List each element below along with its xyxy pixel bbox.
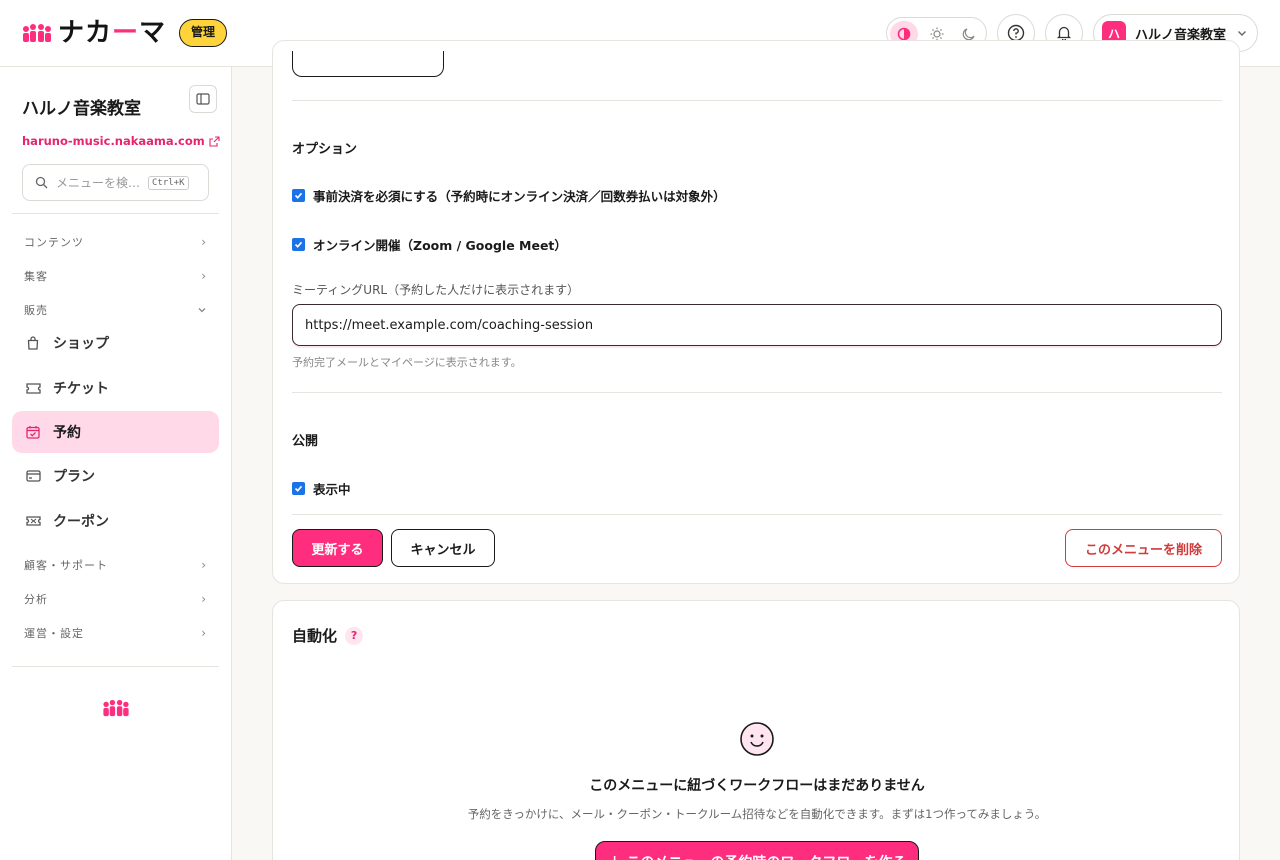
section-divider [292, 514, 1222, 515]
smiley-face-icon [740, 722, 774, 756]
sidebar-item-label: プラン [53, 469, 95, 485]
sidebar-item-reservation[interactable]: 予約 [12, 411, 219, 453]
site-url-text: haruno-music.nakaama.com [22, 134, 205, 148]
sidebar-item-plan[interactable]: プラン [12, 455, 219, 497]
bell-icon [1056, 26, 1072, 41]
meeting-url-label: ミーティングURL（予約した人だけに表示されます） [292, 283, 580, 297]
sidebar-toggle-icon [196, 93, 210, 105]
app-logo[interactable]: ナカーマ [22, 18, 166, 48]
coupon-icon [25, 513, 41, 529]
menu-search-input[interactable] [56, 175, 144, 190]
help-question-icon[interactable]: ? [345, 626, 364, 645]
nav-group-analytics[interactable]: 分析 › [24, 590, 207, 608]
automation-card: 自動化 ? このメニューに紐づくワークフローはまだありません 予約をきっかけに、… [272, 600, 1240, 860]
visible-checkbox[interactable] [292, 482, 305, 495]
prepay-label: 事前決済を必須にする（予約時にオンライン決済／回数券払いは対象外） [313, 189, 726, 204]
visible-checkbox-row[interactable]: 表示中 [292, 479, 351, 498]
sidebar-divider [12, 213, 219, 214]
chevron-right-icon: › [201, 626, 207, 640]
automation-title: 自動化 ? [292, 625, 364, 646]
menu-search[interactable]: Ctrl+K [22, 164, 209, 201]
reservation-menu-form-card: オプション 事前決済を必須にする（予約時にオンライン決済／回数券払いは対象外） … [272, 40, 1240, 584]
cancel-button[interactable]: キャンセル [391, 529, 495, 567]
meeting-url-input[interactable] [292, 304, 1222, 346]
empty-state-title: このメニューに紐づくワークフローはまだありません [589, 778, 925, 794]
nav-group-label: 顧客・サポート [24, 559, 108, 572]
nav-group-label: 分析 [24, 593, 48, 606]
admin-badge: 管理 [179, 19, 228, 47]
update-button[interactable]: 更新する [292, 529, 383, 567]
sidebar-item-label: クーポン [53, 514, 109, 530]
nav-group-customers[interactable]: 顧客・サポート › [24, 556, 207, 574]
delete-menu-button[interactable]: このメニューを削除 [1065, 529, 1222, 567]
visible-label: 表示中 [313, 482, 351, 497]
contrast-icon [897, 27, 911, 41]
nav-group-operations[interactable]: 運営・設定 › [24, 624, 207, 642]
create-workflow-button[interactable]: ＋ このメニューの予約時のワークフローを作る [595, 841, 919, 860]
publish-heading: 公開 [292, 434, 319, 449]
automation-title-text: 自動化 [292, 627, 338, 645]
nav-group-contents[interactable]: コンテンツ › [24, 233, 207, 251]
online-label: オンライン開催（Zoom / Google Meet） [313, 238, 567, 253]
check-icon [294, 192, 303, 199]
partial-button[interactable] [292, 51, 444, 77]
chevron-right-icon: › [201, 592, 207, 606]
sidebar-item-coupon[interactable]: クーポン [12, 500, 219, 542]
brand-people-icon [103, 699, 129, 717]
nav-group-marketing[interactable]: 集客 › [24, 267, 207, 285]
sidebar-item-label: チケット [53, 381, 109, 397]
sidebar: ハルノ音楽教室 haruno-music.nakaama.com Ctrl+K … [0, 67, 232, 860]
nav-group-label: 運営・設定 [24, 627, 84, 640]
external-link-icon [209, 135, 220, 147]
empty-state-description: 予約をきっかけに、メール・クーポン・トークルーム招待などを自動化できます。まずは… [467, 807, 1047, 821]
sidebar-item-ticket[interactable]: チケット [12, 367, 219, 409]
options-heading: オプション [292, 142, 358, 157]
ticket-icon [25, 380, 41, 396]
chevron-down-icon [198, 308, 206, 313]
prepay-checkbox[interactable] [292, 189, 305, 202]
collapse-sidebar-button[interactable] [189, 85, 217, 113]
online-checkbox-row[interactable]: オンライン開催（Zoom / Google Meet） [292, 235, 567, 254]
site-url-link[interactable]: haruno-music.nakaama.com [22, 134, 220, 148]
sun-icon [930, 27, 944, 41]
search-icon [35, 176, 48, 189]
sidebar-item-label: 予約 [53, 425, 81, 441]
chevron-right-icon: › [201, 235, 207, 249]
nav-group-label: 販売 [24, 304, 48, 317]
site-name: ハルノ音楽教室 [22, 99, 141, 119]
online-checkbox[interactable] [292, 238, 305, 251]
sidebar-item-label: ショップ [53, 336, 109, 352]
nav-group-label: コンテンツ [24, 236, 84, 249]
chevron-right-icon: › [201, 558, 207, 572]
nav-group-sales[interactable]: 販売 [24, 301, 207, 319]
credit-card-icon [25, 468, 41, 484]
sidebar-divider [12, 666, 219, 667]
chevron-right-icon: › [201, 269, 207, 283]
search-shortcut-hint: Ctrl+K [148, 175, 189, 190]
shopping-bag-icon [25, 335, 41, 351]
meeting-url-help: 予約完了メールとマイページに表示されます。 [292, 356, 522, 369]
nav-group-label: 集客 [24, 270, 48, 283]
check-icon [294, 241, 303, 248]
section-divider [292, 392, 1222, 393]
section-divider [292, 100, 1222, 101]
chevron-down-icon [1238, 31, 1247, 36]
sidebar-item-shop[interactable]: ショップ [12, 322, 219, 364]
prepay-checkbox-row[interactable]: 事前決済を必須にする（予約時にオンライン決済／回数券払いは対象外） [292, 186, 726, 205]
check-icon [294, 485, 303, 492]
moon-icon [962, 28, 975, 41]
calendar-check-icon [25, 424, 41, 440]
logo-wordmark: ナカーマ [58, 18, 167, 48]
logo-people-icon [23, 24, 51, 42]
